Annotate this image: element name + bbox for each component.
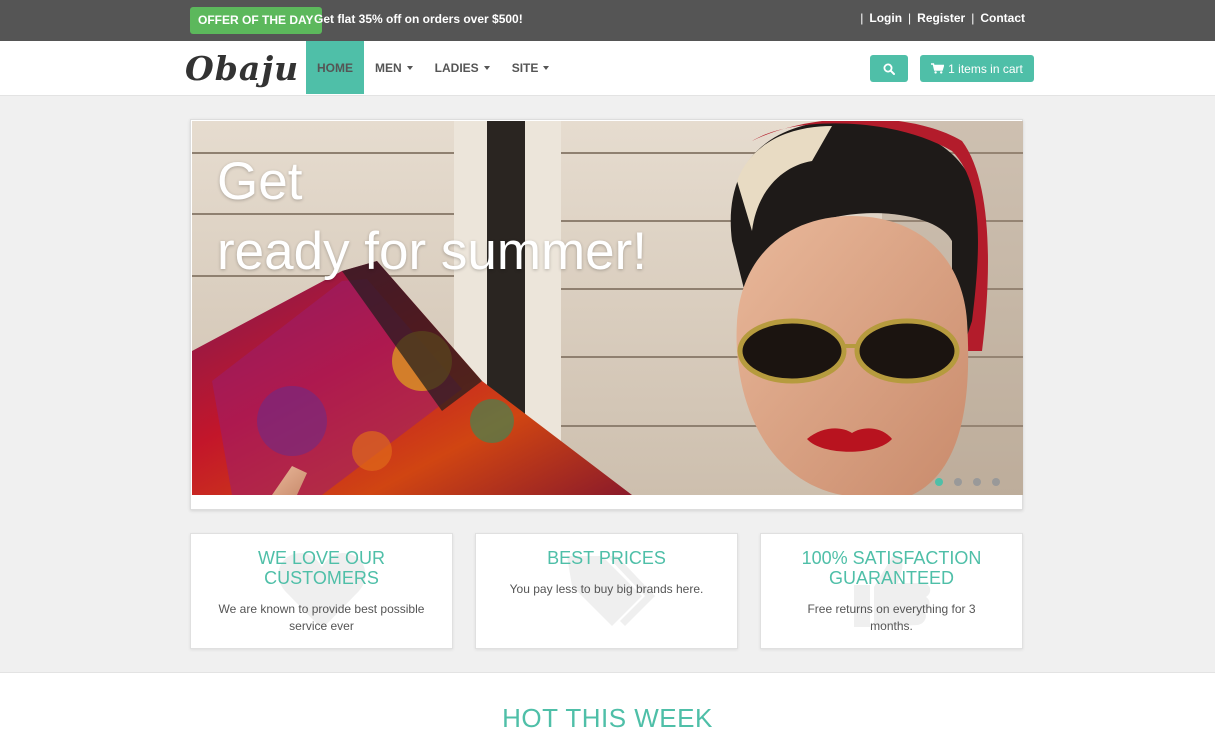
contact-link[interactable]: Contact — [980, 7, 1025, 29]
caret-down-icon — [406, 65, 413, 70]
shopping-cart-icon — [931, 63, 945, 74]
nav-item-site[interactable]: SITE — [501, 41, 561, 94]
register-link[interactable]: Register — [917, 7, 965, 29]
search-icon — [883, 63, 895, 75]
nav-item-ladies[interactable]: LADIES — [424, 41, 501, 94]
slider-dot-1[interactable] — [935, 478, 943, 486]
hot-this-week-section: HOT THIS WEEK — [0, 672, 1215, 745]
slider-pagination — [935, 478, 1000, 486]
hero-slider[interactable]: Get ready for summer! — [190, 119, 1023, 510]
cart-button[interactable]: 1 items in cart — [920, 55, 1034, 82]
separator: | — [908, 11, 912, 25]
feature-box-satisfaction: 100% SATISFACTION GUARANTEED Free return… — [760, 533, 1023, 649]
separator: | — [971, 11, 975, 25]
hero-headline-line-1: Get — [217, 152, 303, 211]
hero-slide: Get ready for summer! — [192, 121, 1023, 495]
slider-dot-3[interactable] — [973, 478, 981, 486]
hero-headline-line-2: ready for summer! — [217, 222, 648, 281]
login-link[interactable]: Login — [869, 7, 902, 29]
top-links: | Login | Register | Contact — [860, 7, 1025, 29]
feature-title: WE LOVE OUR CUSTOMERS — [257, 548, 386, 588]
top-bar: OFFER OF THE DAY Get flat 35% off on ord… — [0, 0, 1215, 41]
feature-title: BEST PRICES — [547, 548, 666, 568]
offer-of-the-day-badge[interactable]: OFFER OF THE DAY — [190, 7, 322, 34]
nav-item-home[interactable]: HOME — [306, 41, 364, 94]
nav-item-label: MEN — [375, 60, 402, 75]
slider-dot-2[interactable] — [954, 478, 962, 486]
site-logo[interactable]: Obaju — [185, 49, 299, 88]
feature-box-customers: WE LOVE OUR CUSTOMERS We are known to pr… — [190, 533, 453, 649]
nav-item-label: SITE — [511, 60, 539, 75]
feature-text: We are known to provide best possible se… — [218, 602, 425, 633]
search-button[interactable] — [870, 55, 908, 82]
hero-headline: Get ready for summer! — [217, 147, 647, 287]
offer-text: Get flat 35% off on orders over $500! — [314, 12, 523, 26]
separator: | — [860, 11, 864, 25]
feature-title: 100% SATISFACTION GUARANTEED — [801, 548, 982, 588]
nav-item-label: LADIES — [434, 60, 479, 75]
caret-down-icon — [483, 65, 490, 70]
slider-dot-4[interactable] — [992, 478, 1000, 486]
feature-box-prices: BEST PRICES You pay less to buy big bran… — [475, 533, 738, 649]
nav-item-men[interactable]: MEN — [364, 41, 424, 94]
section-title: HOT THIS WEEK — [502, 703, 713, 733]
cart-label: 1 items in cart — [948, 61, 1023, 76]
main-nav: HOME MEN LADIES SITE — [306, 41, 560, 94]
feature-text: You pay less to buy big brands here. — [509, 582, 704, 596]
caret-down-icon — [543, 65, 550, 70]
nav-item-label: HOME — [317, 60, 353, 75]
main-navbar: Obaju HOME MEN LADIES SITE 1 items in ca… — [0, 41, 1215, 96]
feature-text: Free returns on everything for 3 months. — [807, 602, 976, 633]
